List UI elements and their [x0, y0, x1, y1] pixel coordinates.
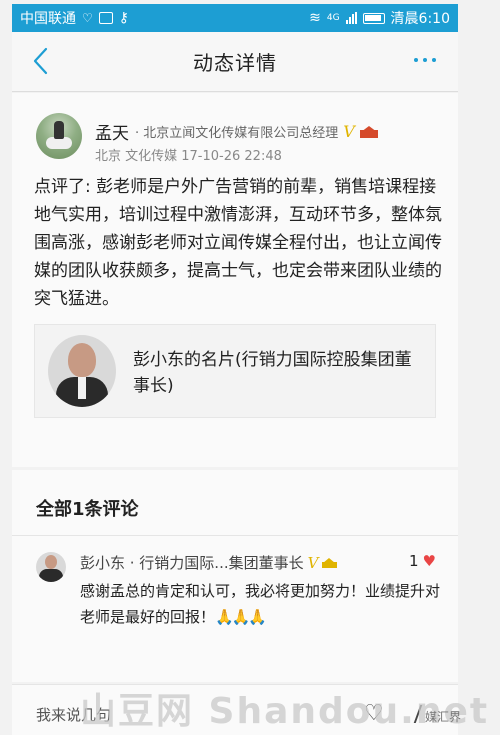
network-label: 4G	[326, 13, 340, 23]
card-avatar	[48, 335, 116, 407]
author-name[interactable]: 孟天	[95, 119, 129, 144]
status-time: 清晨6:10	[390, 11, 450, 27]
comment-like-button[interactable]: 1 ♥	[409, 552, 436, 570]
divider	[12, 535, 458, 536]
post-card: 孟天 · 北京立闻文化传媒有限公司总经理 V 北京 文化传媒 17-10-26 …	[12, 93, 458, 467]
watermark-small: 媒汇界	[425, 710, 462, 724]
author-avatar[interactable]	[36, 113, 82, 159]
signal-icon	[345, 12, 357, 24]
post-meta: 北京 文化传媒 17-10-26 22:48	[95, 149, 282, 164]
crown-icon	[322, 557, 338, 568]
commenter-avatar[interactable]	[36, 552, 66, 582]
page-title: 动态详情	[193, 51, 277, 75]
wifi-icon: ≋	[309, 10, 321, 26]
author-title: · 北京立闻文化传媒有限公司总经理	[135, 126, 339, 141]
comment-author-line: 彭小东 · 行销力国际...集团董事长 V	[80, 552, 338, 573]
business-card-link[interactable]: 彭小东的名片(行销力国际控股集团董事长)	[34, 324, 436, 418]
comments-section: 全部1条评论 彭小东 · 行销力国际...集团董事长 V 1 ♥ 感谢孟总的肯定…	[12, 470, 458, 682]
key-icon: ⚷	[118, 10, 130, 26]
like-count: 1	[409, 552, 419, 570]
card-title: 彭小东的名片(行销力国际控股集团董事长)	[133, 350, 412, 396]
back-arrow-icon[interactable]	[30, 46, 54, 76]
app-notification-icon	[98, 12, 113, 24]
carrier-label: 中国联通	[20, 11, 76, 27]
pray-emoji: 🙏🙏🙏	[215, 608, 267, 626]
crown-icon	[359, 125, 378, 138]
battery-icon	[362, 12, 385, 24]
comment-author[interactable]: 彭小东 · 行销力国际...集团董事长	[80, 552, 304, 573]
comments-title: 全部1条评论	[36, 499, 139, 520]
more-options-icon[interactable]	[414, 58, 436, 62]
verified-icon: V	[343, 122, 355, 141]
status-bar: 中国联通 ♡ ⚷ ≋ 4G 清晨6:10	[12, 4, 458, 32]
verified-icon: V	[307, 553, 319, 572]
author-line: 孟天 · 北京立闻文化传媒有限公司总经理 V	[95, 119, 378, 144]
heart-icon: ♥	[422, 552, 436, 570]
post-content: 点评了: 彭老师是户外广告营销的前辈，销售培课程接地气实用，培训过程中激情澎湃，…	[34, 177, 442, 309]
app-header: 动态详情	[12, 32, 458, 92]
heart-status-icon: ♡	[82, 11, 93, 25]
comment-text: 感谢孟总的肯定和认可，我必将更加努力！业绩提升对老师是最好的回报！🙏🙏🙏	[80, 578, 445, 630]
